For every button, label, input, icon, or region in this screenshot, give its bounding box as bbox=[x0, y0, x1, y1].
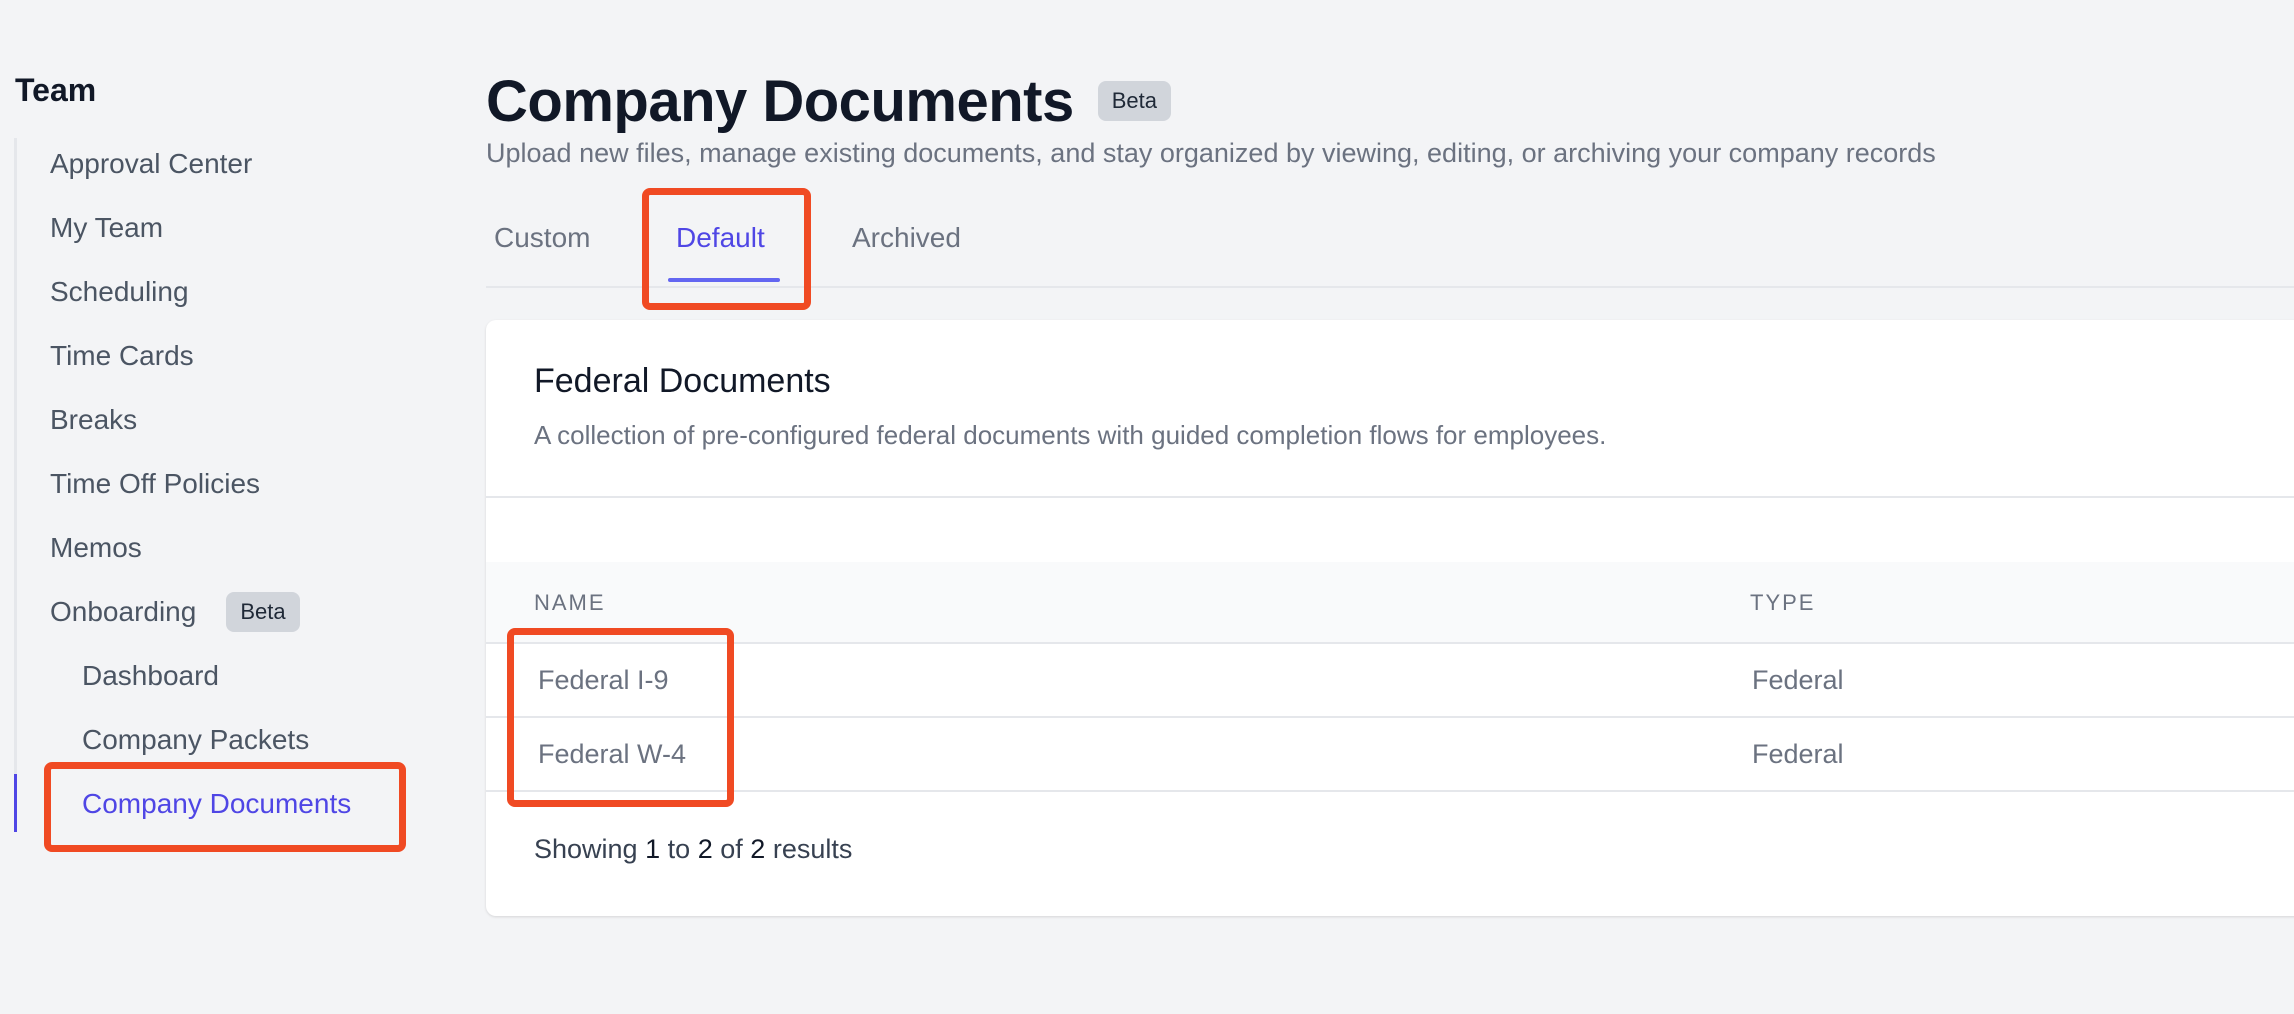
sidebar-item-label: My Team bbox=[50, 212, 164, 243]
results-summary: Showing 1 to 2 of 2 results bbox=[534, 834, 852, 865]
beta-badge: Beta bbox=[226, 592, 300, 632]
sidebar: Team Approval Center My Team Scheduling … bbox=[0, 0, 440, 1014]
tab-default[interactable]: Default bbox=[676, 210, 765, 266]
sidebar-item-label: Company Packets bbox=[82, 724, 310, 755]
beta-badge: Beta bbox=[1097, 81, 1171, 121]
sidebar-title: Team bbox=[15, 72, 97, 108]
sidebar-item-label: Company Documents bbox=[82, 788, 352, 819]
sidebar-item-breaks[interactable]: Breaks bbox=[50, 398, 137, 442]
sidebar-item-label: Scheduling bbox=[50, 276, 189, 307]
nav-rail bbox=[14, 138, 17, 832]
sidebar-subitem-company-documents[interactable]: Company Documents bbox=[82, 782, 351, 826]
table-header: NAME TYPE bbox=[486, 562, 2294, 644]
sidebar-item-label: Breaks bbox=[50, 404, 138, 435]
results-from: 1 bbox=[645, 834, 661, 864]
document-name[interactable]: Federal I-9 bbox=[538, 644, 669, 716]
sidebar-item-label: Time Off Policies bbox=[50, 468, 261, 499]
results-suffix: results bbox=[772, 834, 853, 864]
table-row[interactable]: Federal W-4 Federal bbox=[486, 718, 2294, 792]
results-of-word: of bbox=[720, 834, 743, 864]
sidebar-item-time-cards[interactable]: Time Cards bbox=[50, 334, 194, 378]
sidebar-item-label: Onboarding bbox=[50, 596, 197, 627]
sidebar-item-label: Approval Center bbox=[50, 148, 253, 179]
card-title: Federal Documents bbox=[534, 362, 831, 400]
document-name[interactable]: Federal W-4 bbox=[538, 718, 686, 790]
page-title: Company Documents bbox=[486, 68, 1074, 134]
nav-rail-active-indicator bbox=[14, 774, 17, 832]
sidebar-item-label: Time Cards bbox=[50, 340, 194, 371]
main-content: Company Documents Beta Upload new files,… bbox=[486, 0, 2294, 1014]
card-description: A collection of pre-configured federal d… bbox=[534, 420, 1607, 450]
tab-bar: Custom Default Archived bbox=[486, 196, 2294, 288]
column-header-type[interactable]: TYPE bbox=[1750, 562, 1815, 644]
federal-documents-card: Federal Documents A collection of pre-co… bbox=[486, 320, 2294, 916]
sidebar-item-memos[interactable]: Memos bbox=[50, 526, 142, 570]
sidebar-subitem-company-packets[interactable]: Company Packets bbox=[82, 718, 309, 762]
results-prefix: Showing bbox=[534, 834, 638, 864]
sidebar-item-my-team[interactable]: My Team bbox=[50, 206, 163, 250]
results-to-word: to bbox=[667, 834, 691, 864]
sidebar-item-label: Memos bbox=[50, 532, 142, 563]
document-type: Federal bbox=[1752, 664, 1844, 695]
sidebar-item-onboarding[interactable]: Onboarding Beta bbox=[50, 590, 300, 634]
results-total: 2 bbox=[750, 834, 766, 864]
sidebar-item-label: Dashboard bbox=[82, 660, 219, 691]
sidebar-item-time-off-policies[interactable]: Time Off Policies bbox=[50, 462, 260, 506]
tab-archived[interactable]: Archived bbox=[852, 210, 961, 266]
column-header-name[interactable]: NAME bbox=[534, 562, 606, 644]
divider bbox=[486, 496, 2294, 498]
table-row[interactable]: Federal I-9 Federal bbox=[486, 644, 2294, 718]
sidebar-item-approval-center[interactable]: Approval Center bbox=[50, 142, 252, 186]
sidebar-item-scheduling[interactable]: Scheduling bbox=[50, 270, 189, 314]
documents-table: NAME TYPE Federal I-9 Federal Federal W-… bbox=[486, 562, 2294, 792]
document-type: Federal bbox=[1752, 738, 1844, 769]
tab-custom[interactable]: Custom bbox=[494, 210, 590, 266]
results-to: 2 bbox=[697, 834, 713, 864]
sidebar-subitem-dashboard[interactable]: Dashboard bbox=[82, 654, 219, 698]
active-tab-indicator bbox=[668, 278, 780, 282]
page-subtitle: Upload new files, manage existing docume… bbox=[486, 138, 1936, 168]
page-header: Company Documents Beta bbox=[486, 64, 1171, 138]
